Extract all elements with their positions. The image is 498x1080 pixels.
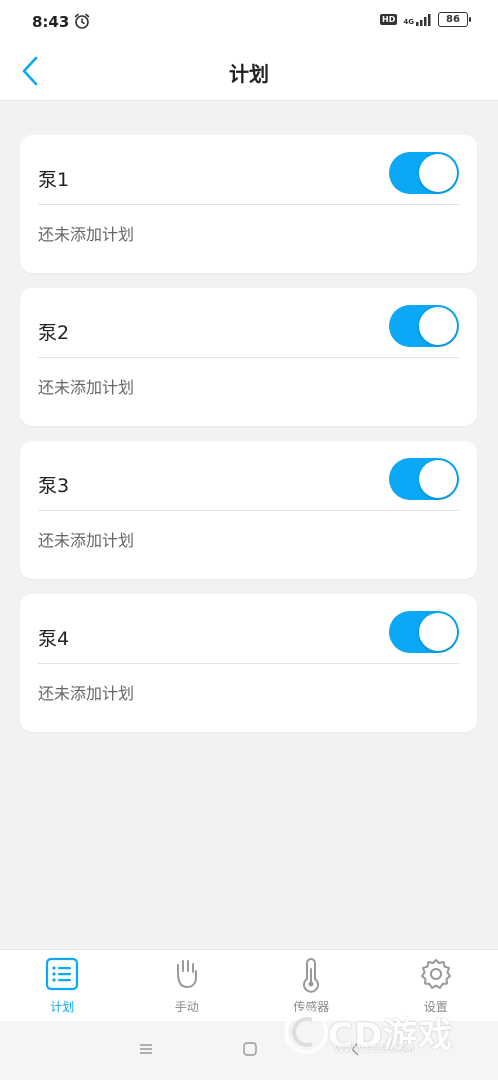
tab-label: 手动: [174, 1000, 199, 1014]
toggle-knob: [419, 613, 457, 651]
tab-schedule[interactable]: 计划: [0, 950, 125, 1022]
toggle-knob: [419, 460, 457, 498]
divider: [38, 204, 459, 205]
pump-toggle[interactable]: [389, 611, 459, 653]
hand-icon: [176, 960, 197, 988]
tab-manual[interactable]: 手动: [125, 950, 250, 1022]
pump-name: 泵4: [38, 628, 70, 650]
signal-group: 4G: [403, 13, 432, 26]
pump-schedule-status: 还未添加计划: [38, 225, 135, 244]
pump-schedule-status: 还未添加计划: [38, 378, 135, 397]
pump-toggle[interactable]: [389, 152, 459, 194]
hd-badge: HD: [380, 14, 398, 25]
pump-card[interactable]: 泵2 还未添加计划: [20, 288, 477, 426]
status-bar: 8:43 HD 4G 86: [0, 0, 498, 44]
alarm-clock-icon: [74, 13, 90, 29]
watermark-url: WWW.CDB.COM: [334, 1044, 414, 1055]
pump-name: 泵2: [38, 322, 70, 344]
divider: [38, 357, 459, 358]
status-time: 8:43: [32, 13, 70, 31]
pump-name: 泵3: [38, 475, 70, 497]
toggle-knob: [419, 307, 457, 345]
gear-icon: [420, 959, 451, 989]
network-type: 4G: [403, 17, 414, 26]
pump-card[interactable]: 泵1 还未添加计划: [20, 135, 477, 273]
pump-schedule-status: 还未添加计划: [38, 531, 135, 550]
schedule-list-icon: [46, 957, 79, 991]
page-title: 计划: [229, 62, 269, 86]
home-icon[interactable]: [242, 1041, 258, 1057]
status-right-group: HD 4G 86: [380, 12, 471, 27]
watermark: CD游戏 WWW.CDB.COM: [282, 1006, 472, 1062]
pump-card[interactable]: 泵3 还未添加计划: [20, 441, 477, 579]
pump-name: 泵1: [38, 169, 70, 191]
app-header: 计划: [0, 44, 498, 101]
pump-card[interactable]: 泵4 还未添加计划: [20, 594, 477, 732]
toggle-knob: [419, 154, 457, 192]
menu-icon[interactable]: [138, 1041, 154, 1057]
pump-list: 泵1 还未添加计划 泵2 还未添加计划 泵3 还未添加计划 泵4 还未添加计划: [20, 135, 477, 747]
pump-schedule-status: 还未添加计划: [38, 684, 135, 703]
pump-toggle[interactable]: [389, 305, 459, 347]
divider: [38, 510, 459, 511]
watermark-logo-icon: [284, 1010, 328, 1054]
pump-toggle[interactable]: [389, 458, 459, 500]
signal-bars-icon: [416, 13, 431, 26]
battery-indicator: 86: [438, 12, 471, 27]
tab-label: 计划: [50, 1000, 75, 1014]
thermometer-icon: [303, 958, 320, 993]
divider: [38, 663, 459, 664]
